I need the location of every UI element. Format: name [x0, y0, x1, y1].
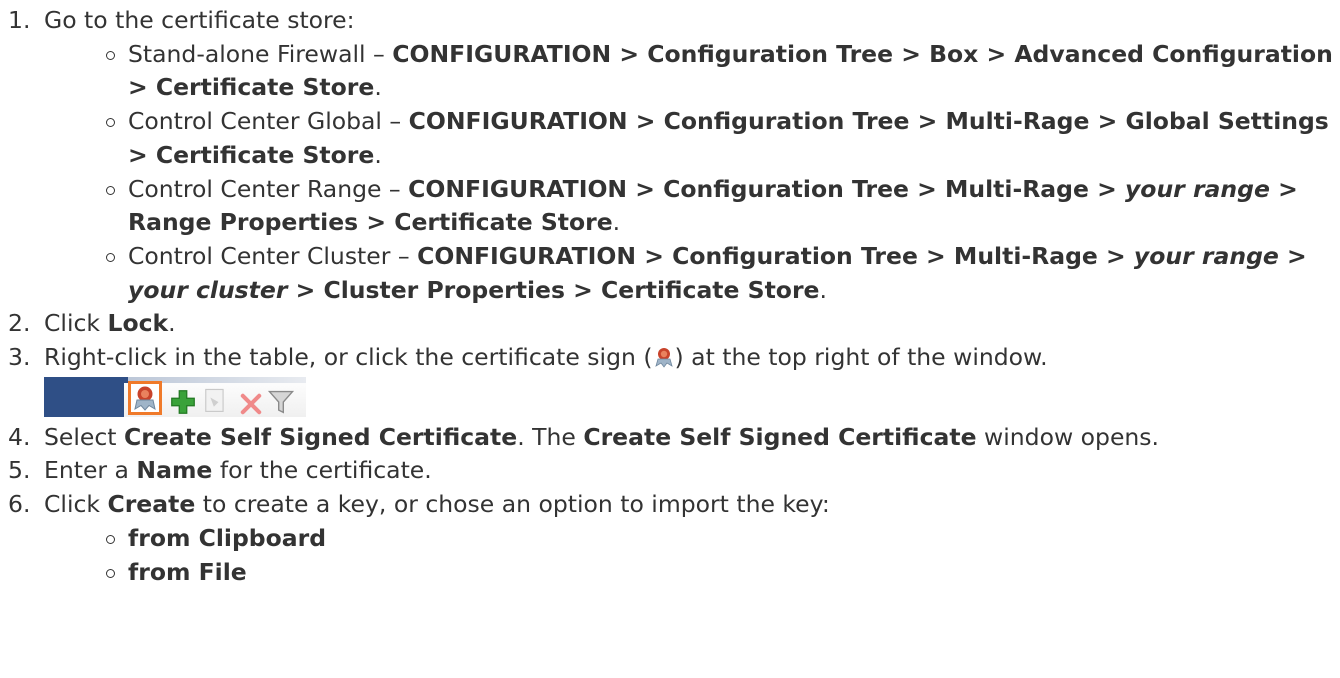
sub-item-cc-global: Control Center Global – CONFIGURATION > … [106, 105, 1340, 172]
add-icon[interactable] [168, 387, 198, 417]
ui-term: Create Self Signed Certificate [583, 422, 977, 451]
menu-path: > Cluster Properties > Certificate Store [287, 275, 820, 304]
menu-path: CONFIGURATION > Configuration Tree > Mul… [408, 174, 1125, 203]
sub-item-label: Control Center Global – [128, 107, 409, 136]
placeholder-text: your range [1124, 174, 1270, 203]
sub-item-label: Control Center Cluster – [128, 241, 418, 270]
step-text: Enter a [44, 456, 137, 485]
step-text: Click [44, 309, 108, 338]
step-text: Go to the certificate store: [44, 6, 355, 34]
bullet-icon [106, 534, 115, 544]
step-text: . The [517, 422, 584, 451]
sub-item-cc-cluster: Control Center Cluster – CONFIGURATION >… [106, 240, 1340, 307]
step-text: to create a key, or chose an option to i… [195, 490, 830, 519]
toolbar-screenshot [44, 376, 306, 419]
certificate-icon[interactable] [128, 380, 162, 415]
sub-item-clipboard: from Clipboard [106, 522, 1340, 556]
step-6: 6. Click Create to create a key, or chos… [8, 488, 1340, 589]
filter-icon[interactable] [266, 387, 296, 417]
step-number: 2. [8, 309, 31, 338]
bullet-icon [106, 185, 115, 195]
bullet-icon [106, 50, 115, 60]
bullet-icon [106, 252, 115, 262]
sub-list: from Clipboard from File [44, 522, 1340, 589]
menu-path: CONFIGURATION > Configuration Tree > Mul… [417, 241, 1134, 270]
document: 1. Go to the certificate store: Stand-al… [0, 0, 1340, 678]
ui-term: Create [107, 490, 196, 519]
placeholder-text: your cluster [128, 275, 288, 304]
sub-item-firewall: Stand-alone Firewall – CONFIGURATION > C… [106, 38, 1340, 105]
ui-term: from Clipboard [128, 523, 327, 552]
sub-item-label: Stand-alone Firewall – [128, 39, 393, 68]
sub-item-label: Control Center Range – [128, 174, 409, 203]
bullet-icon [106, 568, 115, 578]
step-3: 3. Right-click in the table, or click th… [8, 341, 1340, 419]
step-5: 5. Enter a Name for the certificate. [8, 454, 1340, 488]
step-number: 6. [8, 490, 31, 519]
certificate-icon [654, 348, 673, 368]
step-list: 1. Go to the certificate store: Stand-al… [0, 4, 1340, 589]
sub-list: Stand-alone Firewall – CONFIGURATION > C… [44, 38, 1340, 308]
menu-path: > [1278, 241, 1307, 270]
step-text: Click [44, 490, 108, 519]
edit-icon[interactable] [200, 386, 230, 416]
step-text: Select [44, 422, 124, 451]
step-number: 1. [8, 6, 31, 34]
step-text: window opens. [976, 422, 1160, 451]
step-1: 1. Go to the certificate store: Stand-al… [8, 4, 1340, 308]
ui-term: Name [136, 456, 213, 485]
sub-item-file: from File [106, 556, 1340, 590]
step-text: for the certificate. [212, 456, 432, 485]
punct: . [374, 73, 382, 102]
delete-icon[interactable] [236, 389, 266, 419]
placeholder-text: your range [1133, 241, 1279, 270]
punct: . [168, 309, 176, 338]
punct: . [612, 208, 621, 237]
step-text: Right-click in the table, or click the c… [44, 343, 653, 372]
step-number: 3. [8, 343, 31, 372]
bullet-icon [106, 118, 115, 128]
sub-item-cc-range: Control Center Range – CONFIGURATION > C… [106, 173, 1340, 240]
step-2: 2. Click Lock. [8, 307, 1340, 341]
ui-term: from File [128, 557, 247, 586]
ui-term: Create Self Signed Certificate [123, 422, 518, 451]
ui-term: Lock [107, 309, 169, 338]
punct: . [819, 275, 827, 304]
step-number: 5. [8, 456, 31, 485]
step-text: ) at the top right of the window. [674, 343, 1048, 372]
punct: . [374, 140, 382, 169]
step-4: 4. Select Create Self Signed Certificate… [8, 421, 1340, 455]
toolbar-band [44, 382, 124, 417]
step-number: 4. [8, 422, 31, 451]
